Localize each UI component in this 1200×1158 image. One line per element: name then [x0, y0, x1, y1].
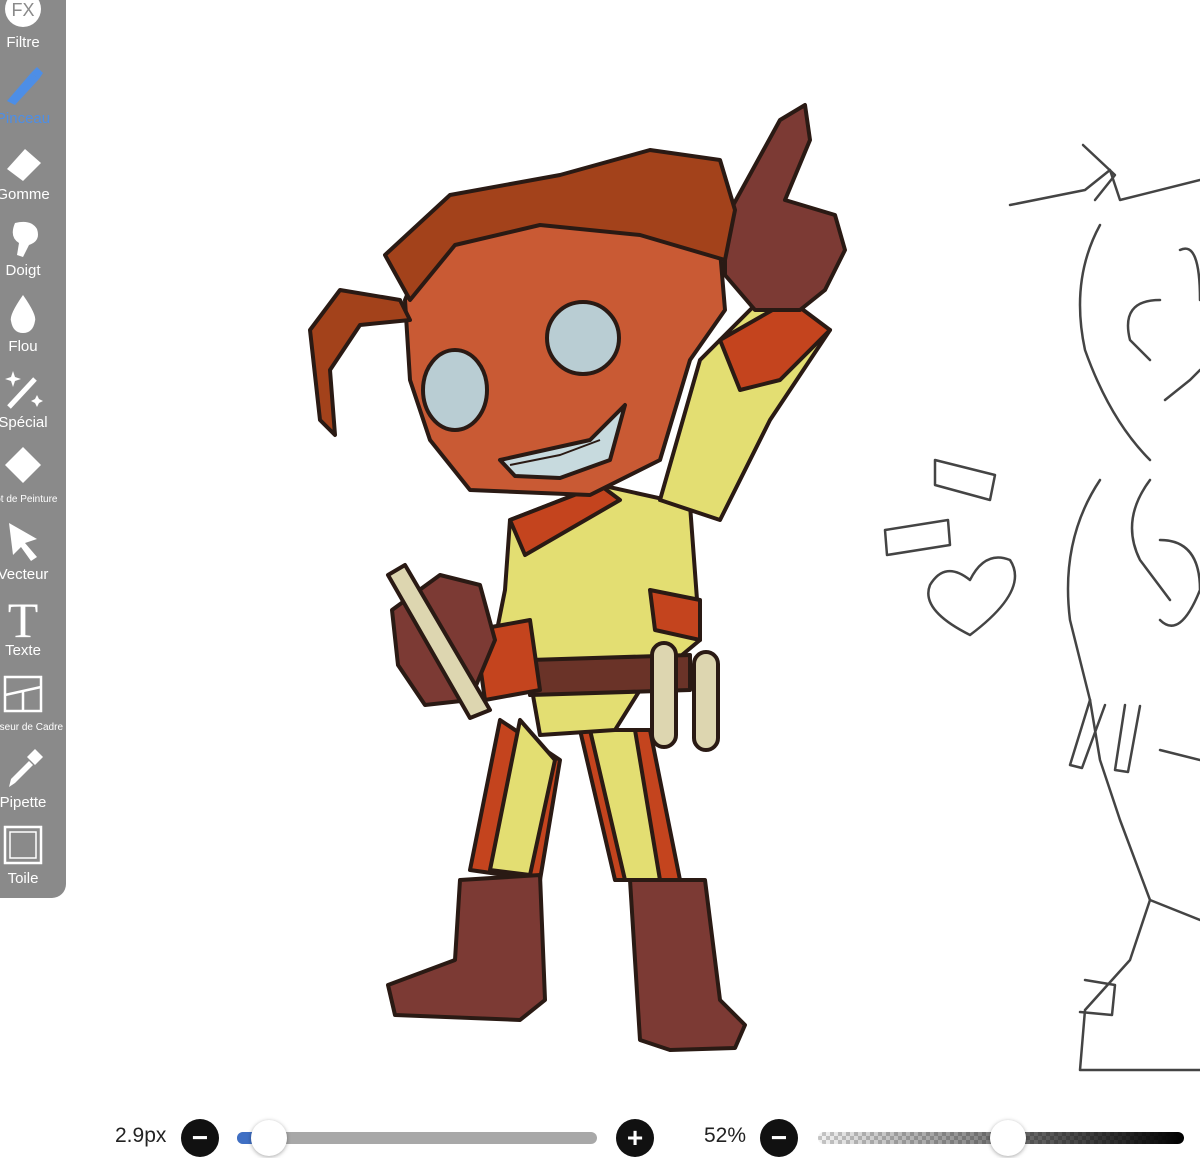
arrow-pointer-icon	[0, 518, 66, 564]
tool-label: Filtre	[6, 34, 40, 51]
tool-label: Flou	[8, 338, 38, 355]
canvas-square-icon	[0, 822, 66, 868]
tool-label: Doigt	[5, 262, 41, 279]
paint-bucket-icon	[0, 442, 66, 488]
sparkle-wand-icon	[0, 366, 66, 412]
brush-opacity-slider[interactable]	[818, 1120, 1184, 1156]
text-t-icon: T	[0, 593, 66, 641]
tool-label: Pipette	[0, 794, 47, 811]
colored-character	[308, 103, 847, 1052]
sketch-character	[883, 143, 1200, 1072]
brush-opacity-thumb[interactable]	[990, 1120, 1027, 1156]
brush-opacity-value: 52%	[704, 1124, 747, 1147]
blur-drop-icon	[0, 290, 66, 336]
eraser-icon	[0, 138, 66, 184]
tool-label: Vecteur	[0, 566, 49, 583]
brush-opacity-decrease-button[interactable]: −	[760, 1119, 798, 1157]
drawing-canvas[interactable]	[0, 0, 1200, 1100]
tool-label: Diviseur de Cadre	[0, 722, 64, 733]
brush-size-value: 2.9px	[115, 1124, 167, 1147]
tool-label: Spécial	[0, 414, 48, 431]
svg-text:FX: FX	[11, 0, 34, 20]
brush-size-increase-button[interactable]: +	[616, 1119, 654, 1157]
tool-label: Pot de Peinture	[0, 494, 58, 505]
tool-sidebar: FX Filtre Pinceau Gomme Doigt Flou Spéci…	[0, 0, 66, 898]
brush-size-decrease-button[interactable]: −	[181, 1119, 219, 1157]
brush-size-thumb[interactable]	[251, 1120, 288, 1156]
artwork	[308, 103, 1200, 1072]
tool-label: Pinceau	[0, 110, 51, 127]
tool-label: Toile	[7, 870, 39, 887]
brush-icon	[0, 62, 66, 108]
smudge-icon	[0, 214, 66, 260]
brush-size-slider[interactable]	[237, 1120, 597, 1156]
frame-divider-icon	[0, 670, 66, 716]
svg-text:T: T	[8, 593, 39, 641]
fx-icon: FX	[0, 0, 66, 32]
brush-controls-bar: 2.9px − + 52% −	[0, 1108, 1200, 1158]
tool-label: Gomme	[0, 186, 50, 203]
tool-label: Texte	[5, 642, 41, 659]
eyedropper-icon	[0, 746, 66, 792]
